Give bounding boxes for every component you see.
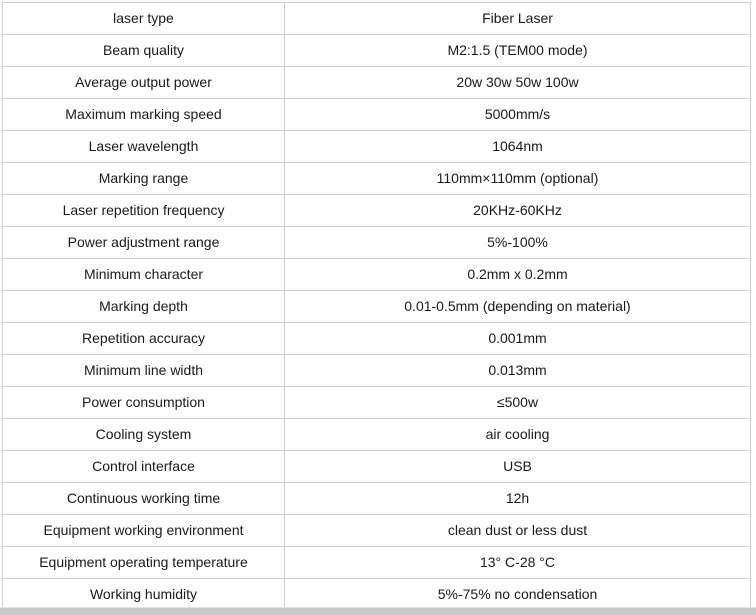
row-label: Maximum marking speed bbox=[2, 98, 285, 131]
row-value: 0.2mm x 0.2mm bbox=[284, 258, 751, 291]
row-label: Power consumption bbox=[2, 386, 285, 419]
table-row: Equipment working environment clean dust… bbox=[2, 514, 751, 547]
row-value: 0.01-0.5mm (depending on material) bbox=[284, 290, 751, 323]
row-value: M2:1.5 (TEM00 mode) bbox=[284, 34, 751, 67]
row-label: Cooling system bbox=[2, 418, 285, 451]
table-row: Control interface USB bbox=[2, 450, 751, 483]
table-row: Equipment operating temperature 13° C-28… bbox=[2, 546, 751, 579]
row-value: 0.013mm bbox=[284, 354, 751, 387]
row-value: 5%-75% no condensation bbox=[284, 578, 751, 611]
table-row: Working humidity 5%-75% no condensation bbox=[2, 578, 751, 611]
row-label: Beam quality bbox=[2, 34, 285, 67]
row-value: 0.001mm bbox=[284, 322, 751, 355]
row-value: 5000mm/s bbox=[284, 98, 751, 131]
row-label: laser type bbox=[2, 2, 285, 35]
row-label: Marking range bbox=[2, 162, 285, 195]
row-value: 5%-100% bbox=[284, 226, 751, 259]
row-value: clean dust or less dust bbox=[284, 514, 751, 547]
table-row: Average output power 20w 30w 50w 100w bbox=[2, 66, 751, 99]
table-row: Continuous working time 12h bbox=[2, 482, 751, 515]
row-value: air cooling bbox=[284, 418, 751, 451]
row-value: Fiber Laser bbox=[284, 2, 751, 35]
row-label: Average output power bbox=[2, 66, 285, 99]
table-row: Beam quality M2:1.5 (TEM00 mode) bbox=[2, 34, 751, 67]
row-value: 12h bbox=[284, 482, 751, 515]
row-label: Power adjustment range bbox=[2, 226, 285, 259]
row-label: Minimum line width bbox=[2, 354, 285, 387]
row-value: 13° C-28 °C bbox=[284, 546, 751, 579]
row-label: Minimum character bbox=[2, 258, 285, 291]
table-row: Cooling system air cooling bbox=[2, 418, 751, 451]
table-row: Laser wavelength 1064nm bbox=[2, 130, 751, 163]
table-row: Minimum character 0.2mm x 0.2mm bbox=[2, 258, 751, 291]
row-label: Laser repetition frequency bbox=[2, 194, 285, 227]
row-label: Marking depth bbox=[2, 290, 285, 323]
spec-table: laser type Fiber Laser Beam quality M2:1… bbox=[2, 2, 751, 611]
row-label: Control interface bbox=[2, 450, 285, 483]
table-row: Maximum marking speed 5000mm/s bbox=[2, 98, 751, 131]
row-value: 1064nm bbox=[284, 130, 751, 163]
row-label: Working humidity bbox=[2, 578, 285, 611]
table-row: Laser repetition frequency 20KHz-60KHz bbox=[2, 194, 751, 227]
table-row: Minimum line width 0.013mm bbox=[2, 354, 751, 387]
spec-table-body: laser type Fiber Laser Beam quality M2:1… bbox=[2, 2, 751, 611]
row-value: ≤500w bbox=[284, 386, 751, 419]
row-label: Laser wavelength bbox=[2, 130, 285, 163]
table-row: Power adjustment range 5%-100% bbox=[2, 226, 751, 259]
horizontal-scrollbar[interactable] bbox=[0, 608, 756, 615]
table-row: Marking depth 0.01-0.5mm (depending on m… bbox=[2, 290, 751, 323]
row-value: USB bbox=[284, 450, 751, 483]
table-row: Repetition accuracy 0.001mm bbox=[2, 322, 751, 355]
table-row: Marking range 110mm×110mm (optional) bbox=[2, 162, 751, 195]
row-label: Continuous working time bbox=[2, 482, 285, 515]
table-row: Power consumption ≤500w bbox=[2, 386, 751, 419]
row-label: Equipment operating temperature bbox=[2, 546, 285, 579]
row-value: 20KHz-60KHz bbox=[284, 194, 751, 227]
row-value: 110mm×110mm (optional) bbox=[284, 162, 751, 195]
row-label: Repetition accuracy bbox=[2, 322, 285, 355]
row-value: 20w 30w 50w 100w bbox=[284, 66, 751, 99]
table-row: laser type Fiber Laser bbox=[2, 2, 751, 35]
row-label: Equipment working environment bbox=[2, 514, 285, 547]
